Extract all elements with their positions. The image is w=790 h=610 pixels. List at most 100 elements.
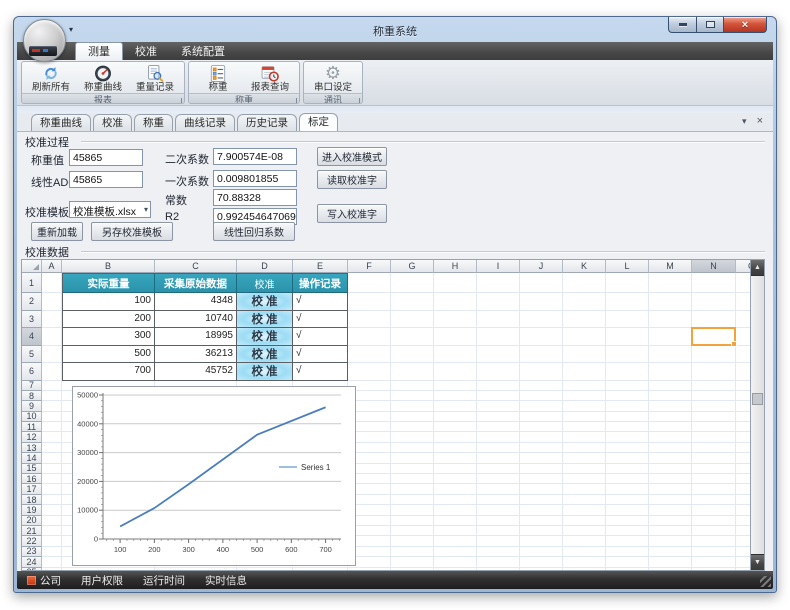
sheet-cell-E5[interactable]: √ xyxy=(293,346,348,364)
column-header-J[interactable]: J xyxy=(520,260,563,273)
row-header-21[interactable]: 21 xyxy=(22,526,42,536)
sheet-cell-K1[interactable] xyxy=(563,273,606,293)
sheet-cell-C1[interactable]: 采集原始数据 xyxy=(155,273,237,293)
sheet-cell-G4[interactable] xyxy=(391,328,434,346)
sheet-cell-L15[interactable] xyxy=(606,464,649,474)
sheet-cell-A21[interactable] xyxy=(42,526,62,536)
sheet-cell-H18[interactable] xyxy=(434,495,477,505)
sheet-cell-G2[interactable] xyxy=(391,293,434,311)
sheet-cell-G18[interactable] xyxy=(391,495,434,505)
sheet-cell-N1[interactable] xyxy=(692,273,736,293)
sheet-cell-K24[interactable] xyxy=(563,557,606,567)
sheet-cell-H1[interactable] xyxy=(434,273,477,293)
sheet-cell-H24[interactable] xyxy=(434,557,477,567)
sheet-cell-J6[interactable] xyxy=(520,363,563,381)
chevron-down-icon[interactable]: ▾ xyxy=(742,117,747,126)
sheet-cell-A15[interactable] xyxy=(42,464,62,474)
sheet-cell-I5[interactable] xyxy=(477,346,520,364)
sheet-cell-G14[interactable] xyxy=(391,453,434,463)
sheet-cell-M14[interactable] xyxy=(649,453,692,463)
sheet-cell-N5[interactable] xyxy=(692,346,736,364)
sheet-cell-N11[interactable] xyxy=(692,422,736,432)
scrollbar-track[interactable] xyxy=(751,276,764,554)
sheet-cell-L24[interactable] xyxy=(606,557,649,567)
sheet-cell-A13[interactable] xyxy=(42,443,62,453)
sheet-cell-L1[interactable] xyxy=(606,273,649,293)
column-header-C[interactable]: C xyxy=(155,260,237,273)
sheet-cell-J2[interactable] xyxy=(520,293,563,311)
row-header-6[interactable]: 6 xyxy=(22,363,42,381)
sheet-cell-A6[interactable] xyxy=(42,363,62,381)
sheet-cell-J5[interactable] xyxy=(520,346,563,364)
sheet-cell-O21[interactable] xyxy=(736,526,750,536)
sheet-cell-M3[interactable] xyxy=(649,311,692,329)
sheet-cell-O18[interactable] xyxy=(736,495,750,505)
select-all-corner[interactable] xyxy=(22,260,42,273)
row-header-19[interactable]: 19 xyxy=(22,505,42,515)
sheet-cell-I9[interactable] xyxy=(477,401,520,411)
sheet-cell-K15[interactable] xyxy=(563,464,606,474)
sheet-cell-O14[interactable] xyxy=(736,453,750,463)
column-header-A[interactable]: A xyxy=(42,260,62,273)
sheet-cell-O1[interactable] xyxy=(736,273,750,293)
sheet-cell-A3[interactable] xyxy=(42,311,62,329)
sheet-cell-O15[interactable] xyxy=(736,464,750,474)
sheet-cell-M13[interactable] xyxy=(649,443,692,453)
row-header-16[interactable]: 16 xyxy=(22,474,42,484)
sheet-cell-H20[interactable] xyxy=(434,516,477,526)
close-button[interactable]: × xyxy=(724,17,767,33)
row-header-10[interactable]: 10 xyxy=(22,412,42,422)
sheet-cell-F6[interactable] xyxy=(348,363,391,381)
sheet-cell-F3[interactable] xyxy=(348,311,391,329)
sheet-cell-O7[interactable] xyxy=(736,381,750,391)
sheet-cell-J18[interactable] xyxy=(520,495,563,505)
minimize-button[interactable] xyxy=(668,17,697,33)
sheet-cell-O22[interactable] xyxy=(736,536,750,546)
sheet-cell-A5[interactable] xyxy=(42,346,62,364)
sheet-cell-J14[interactable] xyxy=(520,453,563,463)
sheet-cell-O13[interactable] xyxy=(736,443,750,453)
row-header-8[interactable]: 8 xyxy=(22,391,42,401)
dialog-launcher-icon[interactable] xyxy=(176,98,182,104)
sheet-cell-G6[interactable] xyxy=(391,363,434,381)
sheet-cell-I19[interactable] xyxy=(477,505,520,515)
sheet-cell-D1[interactable]: 校准 xyxy=(237,273,293,293)
sheet-cell-H17[interactable] xyxy=(434,484,477,494)
sheet-cell-N21[interactable] xyxy=(692,526,736,536)
row-header-24[interactable]: 24 xyxy=(22,557,42,567)
sheet-cell-I21[interactable] xyxy=(477,526,520,536)
sheet-cell-K2[interactable] xyxy=(563,293,606,311)
sheet-cell-K25[interactable] xyxy=(563,568,606,570)
sheet-cell-K19[interactable] xyxy=(563,505,606,515)
row-header-22[interactable]: 22 xyxy=(22,536,42,546)
sheet-cell-G24[interactable] xyxy=(391,557,434,567)
sheet-cell-O20[interactable] xyxy=(736,516,750,526)
sheet-cell-N25[interactable] xyxy=(692,568,736,570)
reload-button[interactable]: 重新加载 xyxy=(31,222,83,241)
sheet-cell-A7[interactable] xyxy=(42,381,62,391)
sheet-cell-I3[interactable] xyxy=(477,311,520,329)
vertical-scrollbar[interactable]: ▲ ▼ xyxy=(750,260,764,570)
sheet-cell-E6[interactable]: √ xyxy=(293,363,348,381)
sheet-cell-L23[interactable] xyxy=(606,547,649,557)
sheet-cell-C6[interactable]: 45752 xyxy=(155,363,237,381)
ribbon-button-document-search[interactable]: 重量记录 xyxy=(129,63,181,93)
sheet-cell-M10[interactable] xyxy=(649,412,692,422)
sheet-cell-I8[interactable] xyxy=(477,391,520,401)
sheet-cell-K12[interactable] xyxy=(563,432,606,442)
sheet-cell-L17[interactable] xyxy=(606,484,649,494)
sheet-cell-N18[interactable] xyxy=(692,495,736,505)
sheet-cell-J1[interactable] xyxy=(520,273,563,293)
sheet-cell-O25[interactable] xyxy=(736,568,750,570)
sheet-cell-O19[interactable] xyxy=(736,505,750,515)
sheet-cell-J22[interactable] xyxy=(520,536,563,546)
sheet-cell-I24[interactable] xyxy=(477,557,520,567)
quadratic-coef-input[interactable]: 7.900574E-08 xyxy=(213,148,297,165)
sheet-cell-L25[interactable] xyxy=(606,568,649,570)
sheet-cell-G23[interactable] xyxy=(391,547,434,557)
sheet-cell-H13[interactable] xyxy=(434,443,477,453)
sheet-cell-E4[interactable]: √ xyxy=(293,328,348,346)
linear-adc-input[interactable]: 45865 xyxy=(69,171,143,188)
sheet-cell-N22[interactable] xyxy=(692,536,736,546)
sheet-cell-N16[interactable] xyxy=(692,474,736,484)
